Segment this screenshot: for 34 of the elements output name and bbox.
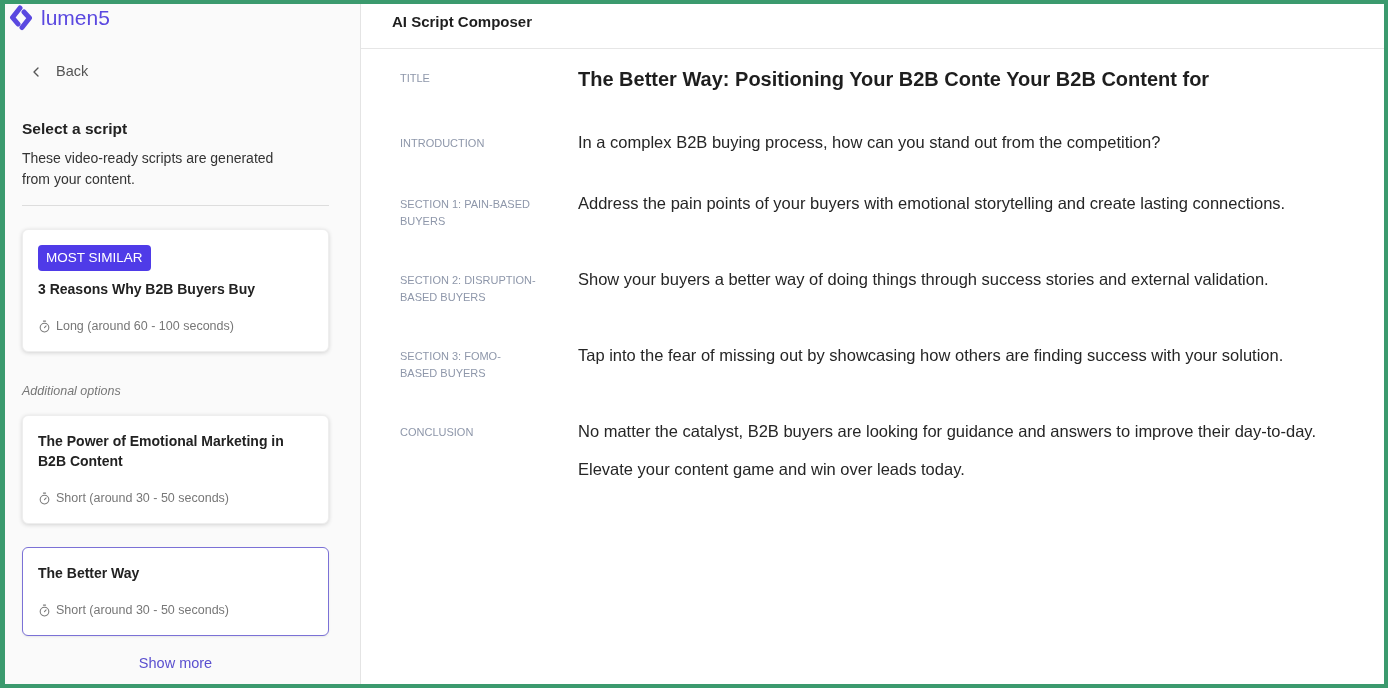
header-title: AI Script Composer [392,13,533,31]
script-title: The Better Way [38,564,141,583]
field-label: TITLE [400,71,431,86]
paragraph-text: Address the pain points of your buyers with emotional storytelling and create lasting connections. [578,193,1287,214]
section-heading: Additional options [22,383,122,400]
script-card[interactable]: The Better Way Short (around 30 - 50 seconds) [22,547,329,636]
duration-text: Long (around 60 - 100 seconds) [56,318,234,335]
script-title: The Power of Emotional Marketing in B2B Content [38,432,285,471]
logo-text: lumen5 [41,5,110,31]
duration-text: Short (around 30 - 50 seconds) [56,602,230,619]
paragraph-text: Show your buyers a better way of doing things through success stories and external validation. [578,269,1270,290]
stopwatch-icon [38,319,51,333]
show-more-link[interactable]: Show more [138,653,213,673]
field-label: INTRODUCTION [400,136,486,151]
back-button[interactable]: Back [22,62,89,82]
script-card[interactable]: MOST SIMILAR 3 Reasons Why B2B Buyers Buy Long (around 60 - 100 seconds) [22,229,329,352]
script-title-text: The Better Way: Positioning Your B2B Conte Your B2B Content for [578,67,1211,92]
sidebar-description: These video-ready scripts are generated from your content. [22,149,275,189]
tag-badge: MOST SIMILAR [38,245,151,271]
paragraph-text: Elevate your content game and win over leads today. [578,459,966,480]
field-label: CONCLUSION [400,425,475,440]
sidebar-heading: Select a script [22,119,129,139]
field-label: SECTION 2: DISRUPTION-BASED BUYERS [400,273,537,305]
script-card[interactable]: The Power of Emotional Marketing in B2B Content Short (around 30 - 50 seconds) [22,415,329,524]
paragraph-text: No matter the catalyst, B2B buyers are looking for guidance and answers to improve their day-to-day. [578,421,1317,442]
paragraph-text: Tap into the fear of missing out by showcasing how others are finding success with your solution. [578,345,1285,366]
field-label: SECTION 1: PAIN-BASED BUYERS [400,197,531,229]
script-title: 3 Reasons Why B2B Buyers Buy [38,280,257,299]
field-label: SECTION 3: FOMO-BASED BUYERS [400,349,502,381]
logo-icon [8,5,34,31]
duration-text: Short (around 30 - 50 seconds) [56,490,230,507]
paragraph-text: In a complex B2B buying process, how can you stand out from the competition? [578,132,1162,153]
stopwatch-icon [38,603,51,617]
stopwatch-icon [38,491,51,505]
